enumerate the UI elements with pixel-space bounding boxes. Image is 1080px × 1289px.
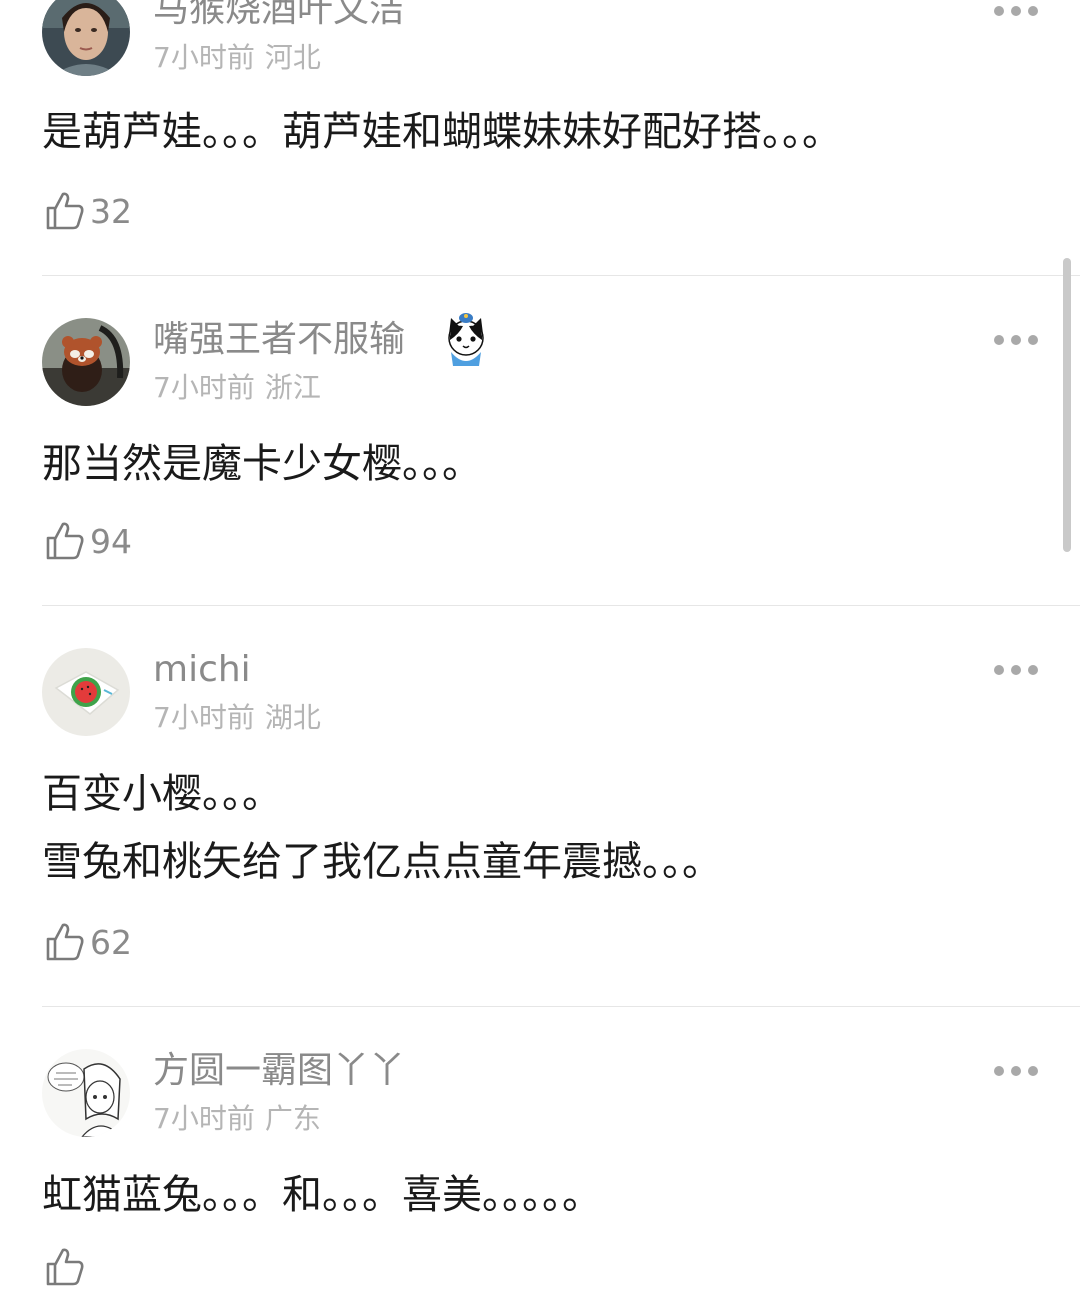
comment-text: 百变小樱。。。 雪兔和桃矢给了我亿点点童年震撼。。。 <box>42 760 722 896</box>
thumbs-up-icon <box>46 923 84 961</box>
username[interactable]: 嘴强王者不服输 <box>153 318 405 362</box>
location: 河北 <box>264 41 321 74</box>
avatar[interactable] <box>42 318 130 406</box>
comment-item: 方圆一霸图丫丫 7小时前 广东 虹猫蓝兔。。。和。。。喜美。。。。。 <box>0 1007 1080 1286</box>
scrollbar[interactable] <box>1063 258 1071 552</box>
timestamp: 7小时前 <box>153 371 255 404</box>
more-dots-icon[interactable] <box>994 1065 1038 1077</box>
more-dots-icon[interactable] <box>994 664 1038 676</box>
comment-line: 那当然是魔卡少女樱。。。 <box>42 441 482 487</box>
like-count: 32 <box>90 191 132 231</box>
username[interactable]: michi <box>153 648 251 692</box>
thumbs-up-icon <box>46 1248 84 1286</box>
timestamp: 7小时前 <box>153 41 255 74</box>
comment-item: 马猴烧酒叶文洁 7小时前 河北 是葫芦娃。。。葫芦娃和蝴蝶妹妹好配好搭。。。 32 <box>0 0 1080 276</box>
like-count: 62 <box>90 922 132 962</box>
thumbs-up-icon <box>46 522 84 560</box>
location: 浙江 <box>264 371 321 404</box>
avatar[interactable] <box>42 648 130 736</box>
comment-meta: 7小时前 广东 <box>153 1102 321 1136</box>
comment-text: 是葫芦娃。。。葫芦娃和蝴蝶妹妹好配好搭。。。 <box>42 98 842 166</box>
comment-line: 百变小樱。。。 <box>42 771 282 817</box>
thumbs-up-icon <box>46 192 84 230</box>
timestamp: 7小时前 <box>153 1102 255 1135</box>
like-button[interactable] <box>44 1245 90 1289</box>
avatar[interactable] <box>42 1049 130 1137</box>
username[interactable]: 方圆一霸图丫丫 <box>153 1049 405 1093</box>
like-button[interactable]: 32 <box>44 189 132 233</box>
comment-item: 嘴强王者不服输 7小时前 浙江 那当然是魔卡少女樱。。。 94 <box>0 276 1080 606</box>
like-button[interactable]: 62 <box>44 920 132 964</box>
comment-meta: 7小时前 浙江 <box>153 371 321 405</box>
username[interactable]: 马猴烧酒叶文洁 <box>153 0 405 32</box>
comment-line: 虹猫蓝兔。。。和。。。喜美。。。。。 <box>42 1172 602 1218</box>
comment-text: 那当然是魔卡少女樱。。。 <box>42 430 482 498</box>
cat-badge-icon <box>448 313 484 366</box>
like-count: 94 <box>90 521 132 561</box>
comment-text: 虹猫蓝兔。。。和。。。喜美。。。。。 <box>42 1161 602 1229</box>
comment-line: 是葫芦娃。。。葫芦娃和蝴蝶妹妹好配好搭。。。 <box>42 109 842 155</box>
comment-meta: 7小时前 湖北 <box>153 701 321 735</box>
more-dots-icon[interactable] <box>994 5 1038 17</box>
more-dots-icon[interactable] <box>994 334 1038 346</box>
like-button[interactable]: 94 <box>44 519 132 563</box>
comment-item: michi 7小时前 湖北 百变小樱。。。 雪兔和桃矢给了我亿点点童年震撼。。。 … <box>0 606 1080 1007</box>
location: 广东 <box>264 1102 321 1135</box>
comment-line: 雪兔和桃矢给了我亿点点童年震撼。。。 <box>42 839 722 885</box>
timestamp: 7小时前 <box>153 701 255 734</box>
avatar[interactable] <box>42 0 130 76</box>
comment-meta: 7小时前 河北 <box>153 41 321 75</box>
location: 湖北 <box>264 701 321 734</box>
